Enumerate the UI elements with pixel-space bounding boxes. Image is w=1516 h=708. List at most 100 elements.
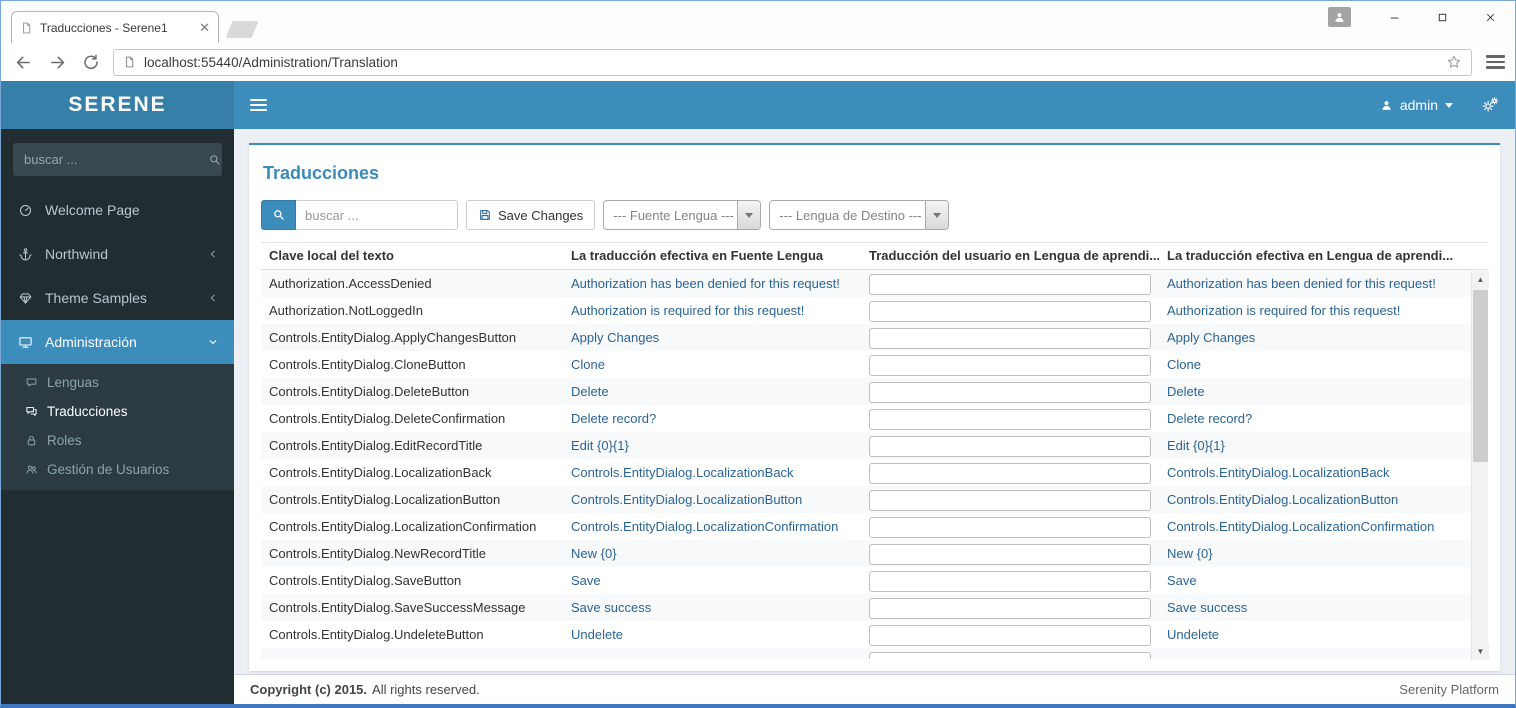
app-footer: Copyright (c) 2015. All rights reserved.… (234, 674, 1515, 704)
cell-target-translation[interactable]: Apply Changes (1159, 324, 1471, 351)
cell-source-translation[interactable]: Controls.EntityDialog.LocalizationConfir… (563, 513, 861, 540)
grid-vertical-scrollbar[interactable]: ▲ ▼ (1471, 271, 1488, 660)
cell-target-translation[interactable]: Authorization is required for this reque… (1159, 297, 1471, 324)
address-bar[interactable]: localhost:55440/Administration/Translati… (113, 49, 1472, 76)
grid-search-input[interactable] (296, 200, 458, 230)
user-translation-input[interactable] (869, 409, 1151, 430)
bookmark-star-icon[interactable] (1446, 54, 1462, 70)
cell-source-translation[interactable]: Authorization has been denied for this r… (563, 270, 861, 297)
cell-source-translation[interactable]: Undelete (563, 621, 861, 648)
sidebar-toggle-icon[interactable] (250, 99, 267, 111)
brand-logo[interactable]: SERENE (1, 81, 234, 129)
sidebar-item-traducciones[interactable]: Traducciones (1, 397, 234, 426)
column-header-user[interactable]: Traducción del usuario en Lengua de apre… (861, 243, 1159, 269)
user-translation-input[interactable] (869, 490, 1151, 511)
grid-viewport: Authorization.AccessDenied Authorization… (261, 270, 1488, 659)
settings-gears-icon[interactable] (1481, 96, 1499, 114)
cell-target-translation[interactable]: Delete (1159, 378, 1471, 405)
user-translation-input[interactable] (869, 274, 1151, 295)
cell-source-translation[interactable]: New {0} (563, 540, 861, 567)
tab-close-icon[interactable]: ✕ (199, 21, 210, 34)
user-translation-input[interactable] (869, 598, 1151, 619)
column-header-source[interactable]: La traducción efectiva en Fuente Lengua (563, 243, 861, 269)
close-button[interactable] (1475, 6, 1505, 28)
user-icon (1380, 99, 1393, 112)
search-icon (208, 153, 222, 167)
cell-source-translation[interactable]: Authorization is required for this reque… (563, 297, 861, 324)
cell-source-translation[interactable]: Edit {0}{1} (563, 432, 861, 459)
column-header-target[interactable]: La traducción efectiva en Lengua de apre… (1159, 243, 1471, 269)
cell-target-translation[interactable]: Undelete (1159, 621, 1471, 648)
cell-source-translation[interactable]: Controls.EntityDialog.LocalizationBack (563, 459, 861, 486)
forward-button[interactable] (45, 50, 69, 74)
table-row: Controls.EntityDialog.LocalizationBack C… (261, 459, 1488, 486)
cell-target-translation[interactable]: Clone (1159, 351, 1471, 378)
cell-target-translation[interactable]: Controls.EntityDialog.LocalizationButton (1159, 486, 1471, 513)
cell-source-translation[interactable]: Apply Changes (563, 324, 861, 351)
cell-target-translation[interactable]: Authorization has been denied for this r… (1159, 270, 1471, 297)
lock-icon (25, 434, 38, 447)
back-button[interactable] (11, 50, 35, 74)
cell-target-translation[interactable]: New {0} (1159, 540, 1471, 567)
browser-tab[interactable]: Traducciones - Serene1 ✕ (11, 11, 219, 43)
desktop-icon (16, 335, 34, 350)
sidebar-item-northwind[interactable]: Northwind (1, 232, 234, 276)
cell-target-translation[interactable]: Controls.EntityDialog.LocalizationConfir… (1159, 513, 1471, 540)
user-translation-input[interactable] (869, 463, 1151, 484)
sidebar-item-welcome-page[interactable]: Welcome Page (1, 188, 234, 232)
reload-button[interactable] (79, 50, 103, 74)
browser-menu-icon[interactable] (1486, 55, 1505, 69)
browser-profile-button[interactable] (1328, 7, 1351, 27)
cell-source-translation[interactable]: Clone (563, 351, 861, 378)
cell-source-translation[interactable]: Controls.EntityDialog.LocalizationButton (563, 486, 861, 513)
cell-user-translation (861, 405, 1159, 432)
cell-target-translation[interactable]: Save success (1159, 594, 1471, 621)
sidebar-item-label: Roles (47, 433, 82, 448)
cell-local-text-key: Authorization.NotLoggedIn (261, 297, 563, 324)
user-translation-input[interactable] (869, 571, 1151, 592)
user-translation-input[interactable] (869, 652, 1151, 660)
sidebar-item-label: Welcome Page (45, 202, 140, 218)
cell-source-translation[interactable]: Delete (563, 378, 861, 405)
user-translation-input[interactable] (869, 436, 1151, 457)
save-changes-button[interactable]: Save Changes (466, 200, 595, 230)
cell-target-translation[interactable]: Edit {0}{1} (1159, 432, 1471, 459)
maximize-button[interactable] (1427, 6, 1457, 28)
cell-source-translation[interactable]: Save (563, 567, 861, 594)
sidebar-item-gestion-de-usuarios[interactable]: Gestión de Usuarios (1, 455, 234, 484)
user-translation-input[interactable] (869, 382, 1151, 403)
user-translation-input[interactable] (869, 625, 1151, 646)
sidebar-search-input[interactable] (24, 152, 200, 167)
cell-source-translation[interactable]: Delete record? (563, 405, 861, 432)
sidebar-item-theme-samples[interactable]: Theme Samples (1, 276, 234, 320)
sidebar-item-label: Theme Samples (45, 290, 147, 306)
sidebar-item-roles[interactable]: Roles (1, 426, 234, 455)
scroll-down-arrow[interactable]: ▼ (1472, 643, 1489, 660)
table-row: Controls.EntityDialog.DeleteButton Delet… (261, 378, 1488, 405)
cell-local-text-key: Controls.EntityDialog.LocalizationBack (261, 459, 563, 486)
cell-target-translation[interactable]: Delete record? (1159, 405, 1471, 432)
new-tab-button[interactable] (226, 21, 259, 38)
cell-target-translation[interactable]: Controls.EntityDialog.LocalizationBack (1159, 459, 1471, 486)
user-translation-input[interactable] (869, 328, 1151, 349)
user-menu[interactable]: admin (1380, 97, 1453, 113)
sidebar-item-lenguas[interactable]: Lenguas (1, 368, 234, 397)
rights-text: All rights reserved. (372, 682, 480, 697)
user-translation-input[interactable] (869, 301, 1151, 322)
cell-source-translation[interactable]: Save success (563, 594, 861, 621)
column-header-key[interactable]: Clave local del texto (261, 243, 563, 269)
cell-user-translation (861, 540, 1159, 567)
minimize-button[interactable] (1379, 6, 1409, 28)
source-language-select[interactable]: --- Fuente Lengua --- (603, 200, 761, 230)
user-translation-input[interactable] (869, 544, 1151, 565)
scroll-up-arrow[interactable]: ▲ (1472, 271, 1489, 288)
save-disk-icon (478, 208, 492, 222)
user-translation-input[interactable] (869, 517, 1151, 538)
sidebar-item-administracion[interactable]: Administración (1, 320, 234, 364)
user-translation-input[interactable] (869, 355, 1151, 376)
cell-local-text-key: Controls.EntityDialog.ApplyChangesButton (261, 324, 563, 351)
target-language-select[interactable]: --- Lengua de Destino --- (769, 200, 949, 230)
scrollbar-thumb[interactable] (1473, 290, 1488, 462)
search-button[interactable] (261, 200, 296, 230)
cell-target-translation[interactable]: Save (1159, 567, 1471, 594)
